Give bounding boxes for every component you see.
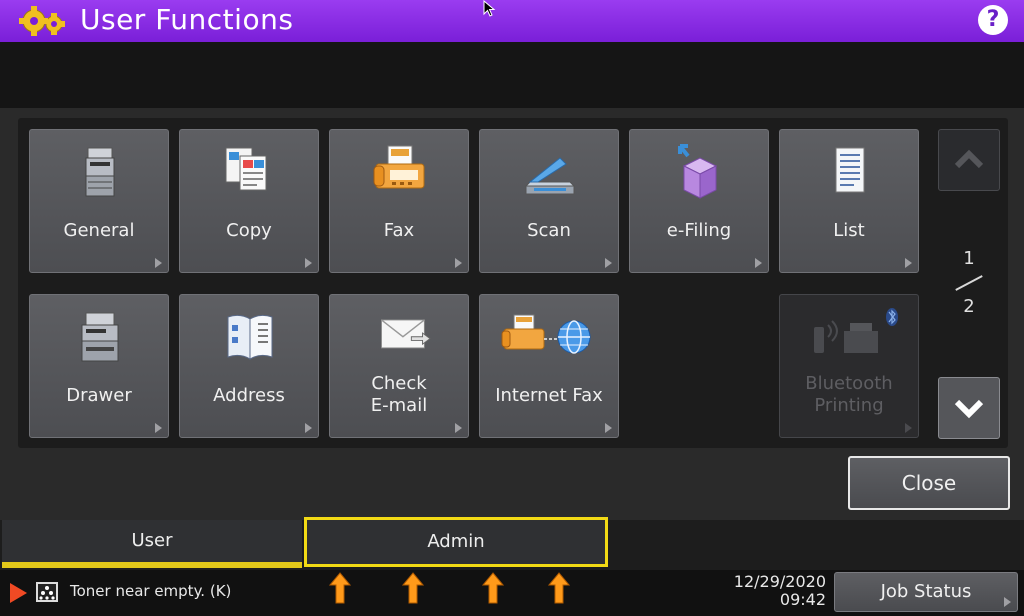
date-time: 12/29/2020 09:42 <box>720 573 826 609</box>
address-button[interactable]: Address <box>179 294 319 438</box>
tab-label: User <box>131 530 173 551</box>
chevron-down-icon <box>954 399 984 419</box>
up-arrow-icon <box>482 572 504 604</box>
bluetooth-printing-button: Bluetooth Printing <box>779 294 919 438</box>
chevron-right-icon <box>155 258 162 268</box>
job-status-label: Job Status <box>880 581 972 602</box>
general-button[interactable]: General <box>29 129 169 273</box>
tile-label: General <box>63 220 135 241</box>
e-filing-button[interactable]: e-Filing <box>629 129 769 273</box>
e-filing-box-icon <box>678 144 718 199</box>
date: 12/29/2020 <box>733 572 826 591</box>
check-email-button[interactable]: Check E-mail <box>329 294 469 438</box>
fax-icon <box>373 145 425 189</box>
tile-label: Copy <box>226 220 272 241</box>
chevron-right-icon <box>155 423 162 433</box>
tile-label: List <box>833 220 865 241</box>
chevron-right-icon <box>605 423 612 433</box>
tile-label-line1: Check <box>371 373 427 394</box>
internet-fax-button[interactable]: Internet Fax <box>479 294 619 438</box>
envelope-icon <box>381 319 431 349</box>
total-pages: 2 <box>963 296 975 317</box>
scanner-icon <box>524 157 576 195</box>
chevron-right-icon <box>1004 597 1011 607</box>
chevron-up-icon <box>954 149 984 169</box>
tile-label: Scan <box>527 220 571 241</box>
toner-warning-icon <box>36 582 58 602</box>
active-tab-indicator <box>2 562 302 568</box>
page-title: User Functions <box>80 3 294 36</box>
chevron-right-icon <box>455 258 462 268</box>
copy-documents-icon <box>225 147 267 191</box>
up-arrow-icon <box>329 572 351 604</box>
title-bar: User Functions ? <box>0 0 1024 42</box>
drawer-printer-icon <box>81 312 119 362</box>
chevron-right-icon <box>905 423 912 433</box>
chevron-right-icon <box>455 423 462 433</box>
tile-label-line2: Printing <box>814 395 884 416</box>
up-arrow-icon <box>402 572 424 604</box>
close-button[interactable]: Close <box>848 456 1010 510</box>
drawer-button[interactable]: Drawer <box>29 294 169 438</box>
scan-button[interactable]: Scan <box>479 129 619 273</box>
printer-icon <box>85 147 115 197</box>
message-area <box>0 42 1024 108</box>
page-up-button[interactable] <box>938 129 1000 191</box>
time: 09:42 <box>779 590 826 609</box>
list-document-icon <box>835 147 865 193</box>
list-button[interactable]: List <box>779 129 919 273</box>
bluetooth-printer-icon <box>814 308 898 353</box>
tile-label-line2: E-mail <box>370 395 428 416</box>
tab-admin[interactable]: Admin <box>304 517 608 567</box>
chevron-right-icon <box>755 258 762 268</box>
current-page: 1 <box>963 248 975 269</box>
internet-fax-icon <box>501 314 591 354</box>
status-message: Toner near empty. (K) <box>70 582 232 600</box>
tile-label-line1: Bluetooth <box>805 373 893 394</box>
chevron-right-icon <box>605 258 612 268</box>
tile-label: Drawer <box>66 385 132 406</box>
tab-user[interactable]: User <box>2 520 302 568</box>
play-icon[interactable] <box>10 583 27 603</box>
address-book-icon <box>227 314 273 360</box>
help-button[interactable]: ? <box>978 5 1008 35</box>
tile-label: Fax <box>383 220 415 241</box>
job-status-button[interactable]: Job Status <box>834 572 1018 612</box>
up-arrow-icon <box>548 572 570 604</box>
chevron-right-icon <box>905 258 912 268</box>
tile-label: e-Filing <box>666 220 732 241</box>
tile-label: Address <box>213 385 285 406</box>
copy-button[interactable]: Copy <box>179 129 319 273</box>
fax-button[interactable]: Fax <box>329 129 469 273</box>
chevron-right-icon <box>305 258 312 268</box>
mouse-cursor-icon <box>483 0 496 17</box>
tab-label: Admin <box>427 531 485 552</box>
gears-icon <box>19 6 65 36</box>
chevron-right-icon <box>305 423 312 433</box>
page-down-button[interactable] <box>938 377 1000 439</box>
tile-label: Internet Fax <box>495 385 603 406</box>
